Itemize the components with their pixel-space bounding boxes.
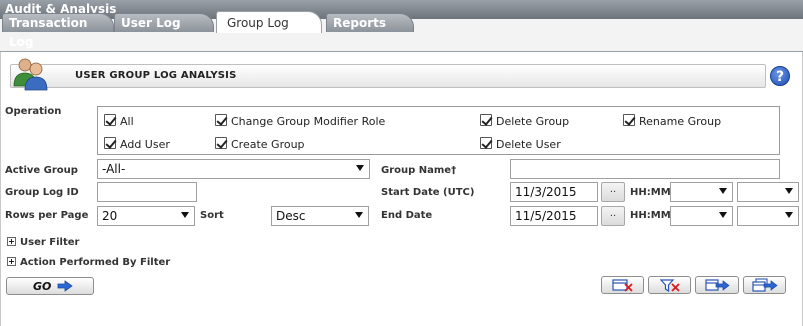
checkbox-add-user-label: Add User (120, 138, 170, 151)
active-group-label: Active Group (5, 165, 78, 176)
checkbox-rename-group-label: Rename Group (639, 115, 722, 128)
user-filter-label[interactable]: User Filter (20, 237, 79, 248)
rows-per-page-label: Rows per Page (5, 210, 89, 221)
checkbox-delete-user[interactable] (480, 137, 492, 149)
group-log-id-label: Group Log ID (5, 187, 79, 198)
chevron-down-icon (785, 212, 793, 218)
end-date-input[interactable]: 11/5/2015 (510, 206, 598, 226)
tab-reports[interactable]: Reports (326, 13, 414, 32)
checkbox-delete-group-label: Delete Group (496, 115, 570, 128)
rows-per-page-select[interactable]: 20 (97, 206, 195, 226)
go-label: GO (33, 280, 52, 293)
export-button[interactable] (695, 276, 739, 294)
start-hour-select[interactable] (670, 182, 733, 202)
checkbox-all-label: All (120, 115, 134, 128)
start-minute-select[interactable] (737, 182, 799, 202)
start-date-label: Start Date (UTC) (381, 187, 475, 198)
operation-box (97, 106, 780, 155)
tab-user-log[interactable]: User Log (114, 13, 214, 32)
sort-label: Sort (200, 210, 224, 221)
checkbox-all[interactable] (104, 114, 116, 126)
operation-label: Operation (5, 106, 62, 117)
users-icon (13, 58, 48, 91)
end-minute-select[interactable] (737, 206, 799, 226)
checkbox-rename-group[interactable] (623, 114, 635, 126)
clear-filter-button[interactable] (648, 276, 691, 294)
group-name-input[interactable] (510, 159, 780, 179)
start-date-input[interactable]: 11/3/2015 (510, 182, 598, 202)
chevron-down-icon (355, 212, 363, 218)
checkbox-add-user[interactable] (104, 137, 116, 149)
checkbox-create-group-label: Create Group (231, 138, 305, 151)
chevron-down-icon (181, 212, 189, 218)
tab-group-log[interactable]: Group Log (216, 11, 322, 33)
tab-divider (0, 51, 803, 52)
start-hhmm-label: HH:MM (630, 187, 671, 198)
chevron-down-icon (785, 188, 793, 194)
export-all-button[interactable] (743, 276, 786, 294)
end-hour-select[interactable] (670, 206, 733, 226)
expand-action-filter-icon[interactable] (7, 257, 16, 266)
start-date-picker-button[interactable]: .. (601, 182, 625, 202)
table-export-icon (705, 279, 730, 291)
checkbox-change-group-modifier-role[interactable] (215, 114, 227, 126)
tab-transaction-log[interactable]: Transaction Log (2, 13, 114, 49)
chevron-down-icon (719, 188, 727, 194)
help-icon[interactable]: ? (770, 66, 790, 86)
expand-user-filter-icon[interactable] (7, 237, 16, 246)
clear-table-button[interactable] (601, 276, 644, 294)
end-date-label: End Date (381, 210, 433, 221)
chevron-down-icon (719, 212, 727, 218)
checkbox-change-group-modifier-role-label: Change Group Modifier Role (231, 115, 386, 128)
filter-clear-icon (660, 279, 680, 292)
active-group-select[interactable]: -All- (97, 159, 370, 179)
active-group-value: -All- (102, 162, 126, 176)
arrow-right-icon (57, 280, 73, 292)
group-log-id-input[interactable] (97, 182, 197, 202)
section-title: USER GROUP LOG ANALYSIS (75, 70, 237, 81)
sort-value: Desc (276, 209, 306, 223)
table-delete-icon (612, 279, 633, 292)
action-filter-label[interactable]: Action Performed By Filter (20, 257, 170, 268)
go-button[interactable]: GO (6, 277, 94, 295)
end-date-picker-button[interactable]: .. (601, 206, 625, 226)
checkbox-delete-user-label: Delete User (496, 138, 561, 151)
tables-export-icon (752, 278, 778, 292)
sort-select[interactable]: Desc (271, 206, 369, 226)
group-name-label: Group Name† (381, 165, 457, 176)
end-hhmm-label: HH:MM (630, 210, 671, 221)
chevron-down-icon (356, 165, 364, 171)
checkbox-create-group[interactable] (215, 137, 227, 149)
checkbox-delete-group[interactable] (480, 114, 492, 126)
rows-per-page-value: 20 (102, 209, 118, 223)
